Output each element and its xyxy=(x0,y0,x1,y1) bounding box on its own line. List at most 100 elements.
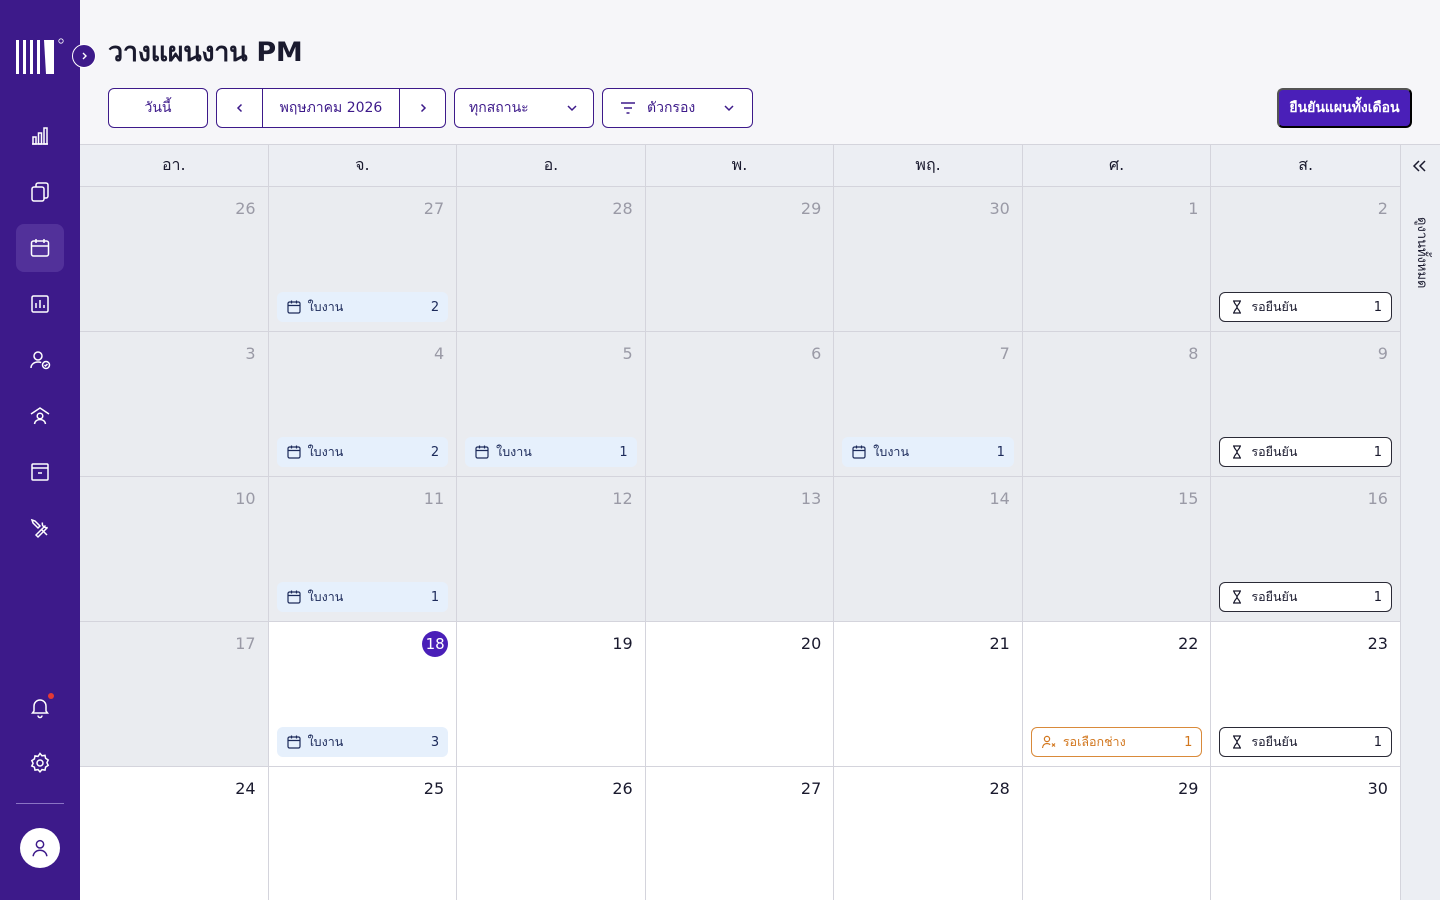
settings-icon xyxy=(30,752,50,774)
nav-notifications[interactable] xyxy=(16,683,64,731)
day-cell[interactable]: 27 ใบงาน 2 xyxy=(268,187,458,332)
archive-icon xyxy=(31,463,49,481)
day-cell[interactable]: 27 xyxy=(645,767,835,900)
day-cell[interactable]: 9 รอยืนยัน 1 xyxy=(1211,332,1400,477)
workorder-chip[interactable]: ใบงาน 1 xyxy=(842,437,1014,467)
day-cell[interactable]: 28 xyxy=(834,767,1023,900)
tech-count: 1 xyxy=(1184,734,1193,750)
calendar-icon xyxy=(30,239,50,257)
day-cell[interactable]: 29 xyxy=(645,187,835,332)
day-number: 6 xyxy=(811,344,822,363)
day-cell[interactable]: 29 xyxy=(1022,767,1212,900)
nav-residents[interactable] xyxy=(16,392,64,440)
hourglass-icon xyxy=(1233,735,1242,749)
workorder-count: 1 xyxy=(430,589,440,605)
chevron-down-icon xyxy=(567,105,577,112)
day-cell[interactable]: 8 xyxy=(1022,332,1212,477)
day-cell[interactable]: 30 xyxy=(1211,767,1400,900)
workorder-count: 3 xyxy=(430,734,440,750)
day-cell[interactable]: 3 xyxy=(80,332,269,477)
day-number: 22 xyxy=(1178,634,1199,653)
day-cell[interactable]: 1 xyxy=(1022,187,1212,332)
day-cell[interactable]: 13 xyxy=(645,477,835,622)
day-cell[interactable]: 5 ใบงาน 1 xyxy=(457,332,646,477)
pending-confirm-chip[interactable]: รอยืนยัน 1 xyxy=(1219,292,1392,322)
day-cell[interactable]: 24 xyxy=(80,767,269,900)
calendar-icon xyxy=(286,300,301,314)
day-cell[interactable]: 16 รอยืนยัน 1 xyxy=(1211,477,1400,622)
sidebar-toggle-button[interactable] xyxy=(72,44,96,68)
weekday-sat: ส. xyxy=(1298,155,1314,174)
double-chevron-left-icon[interactable] xyxy=(1409,155,1431,177)
day-cell[interactable]: 25 xyxy=(268,767,458,900)
pending-confirm-chip[interactable]: รอยืนยัน 1 xyxy=(1219,727,1392,757)
day-cell[interactable]: 6 xyxy=(645,332,835,477)
chevron-right-icon xyxy=(82,52,87,60)
nav-settings[interactable] xyxy=(16,739,64,787)
nav-report[interactable] xyxy=(16,280,64,328)
month-label[interactable]: พฤษภาคม 2026 xyxy=(262,89,400,127)
nav-dashboard[interactable] xyxy=(16,112,64,160)
day-cell[interactable]: 7 ใบงาน 1 xyxy=(834,332,1023,477)
day-cell[interactable]: 23 รอยืนยัน 1 xyxy=(1211,622,1400,767)
pending-label: รอยืนยัน xyxy=(1251,734,1298,749)
day-cell[interactable]: 20 xyxy=(645,622,835,767)
workorder-chip[interactable]: ใบงาน 1 xyxy=(276,582,449,612)
day-cell[interactable]: 12 xyxy=(457,477,646,622)
day-cell[interactable]: 17 xyxy=(80,622,269,767)
day-cell[interactable]: 10 xyxy=(80,477,269,622)
day-cell[interactable]: 11 ใบงาน 1 xyxy=(268,477,458,622)
workorder-count: 1 xyxy=(619,444,628,460)
workorder-chip[interactable]: ใบงาน 1 xyxy=(465,437,637,467)
filter-button[interactable]: ตัวกรอง xyxy=(602,88,753,128)
nav-tools[interactable] xyxy=(16,504,64,552)
pending-confirm-chip[interactable]: รอยืนยัน 1 xyxy=(1219,437,1392,467)
workorder-label: ใบงาน xyxy=(307,444,344,459)
today-button[interactable]: วันนี้ xyxy=(108,88,208,128)
day-number: 20 xyxy=(800,634,822,653)
status-select-label: ทุกสถานะ xyxy=(469,100,529,116)
day-number: 28 xyxy=(989,779,1010,798)
workorder-chip[interactable]: ใบงาน 3 xyxy=(276,727,449,757)
workorder-label: ใบงาน xyxy=(307,299,344,314)
nav-archive[interactable] xyxy=(16,448,64,496)
nav-calendar[interactable] xyxy=(16,224,64,272)
user-avatar[interactable] xyxy=(20,828,60,868)
day-cell[interactable]: 14 xyxy=(834,477,1023,622)
calendar-grid: อา. จ. อ. พ. พฤ. ศ. ส. 26 27 ใบงาน 2 28 … xyxy=(80,144,1400,900)
nav-users[interactable] xyxy=(16,336,64,384)
weekday-tue: อ. xyxy=(457,145,646,186)
day-number: 24 xyxy=(235,779,256,798)
day-cell[interactable]: 26 xyxy=(457,767,646,900)
day-cell[interactable]: 26 xyxy=(80,187,269,332)
prev-month-button[interactable] xyxy=(217,89,262,127)
day-cell-today[interactable]: 18 ใบงาน 3 xyxy=(268,622,458,767)
workorder-chip[interactable]: ใบงาน 2 xyxy=(276,437,449,467)
day-cell[interactable]: 19 xyxy=(457,622,646,767)
day-cell[interactable]: 30 xyxy=(834,187,1023,332)
day-number: 19 xyxy=(612,634,633,653)
day-number: 29 xyxy=(800,199,822,218)
day-cell[interactable]: 2 รอยืนยัน 1 xyxy=(1211,187,1400,332)
workorder-chip[interactable]: ใบงาน 2 xyxy=(276,292,449,322)
day-number: 7 xyxy=(999,344,1010,363)
workorder-label: ใบงาน xyxy=(496,444,532,459)
next-month-button[interactable] xyxy=(400,89,445,127)
day-number: 30 xyxy=(1367,779,1388,798)
day-cell[interactable]: 15 xyxy=(1022,477,1212,622)
day-cell[interactable]: 22 รอเลือกช่าง 1 xyxy=(1022,622,1212,767)
awaiting-technician-chip[interactable]: รอเลือกช่าง 1 xyxy=(1030,727,1203,757)
day-cell[interactable]: 4 ใบงาน 2 xyxy=(268,332,458,477)
nav-documents[interactable] xyxy=(16,168,64,216)
confirm-month-plan-button[interactable]: ยืนยันแผนทั้งเดือน xyxy=(1277,88,1412,128)
day-cell[interactable]: 28 xyxy=(457,187,646,332)
day-cell[interactable]: 21 xyxy=(834,622,1023,767)
sidebar-divider xyxy=(16,803,64,804)
pending-confirm-chip[interactable]: รอยืนยัน 1 xyxy=(1219,582,1392,612)
all-jobs-panel-title[interactable]: ดูงานทั้งหมด xyxy=(1411,217,1432,288)
brand-logo[interactable] xyxy=(16,38,64,76)
dashboard-icon xyxy=(32,127,48,145)
user-avatar-icon xyxy=(32,839,48,857)
status-select[interactable]: ทุกสถานะ xyxy=(454,88,594,128)
pending-count: 1 xyxy=(1373,589,1382,605)
